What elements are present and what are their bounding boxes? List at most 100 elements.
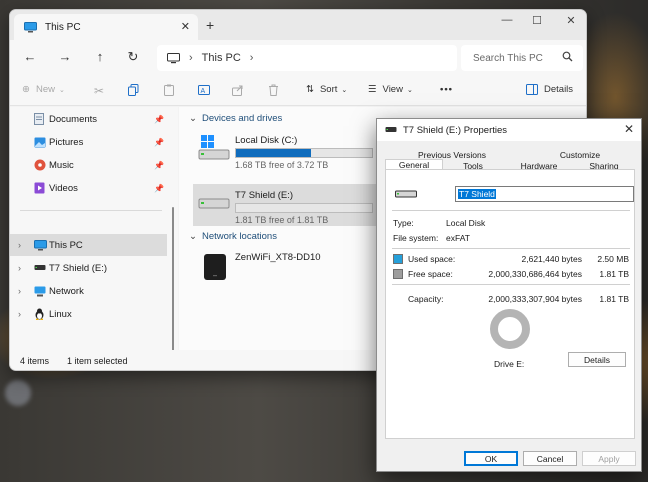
pin-icon[interactable]: 📌 bbox=[154, 161, 164, 170]
chevron-right-icon[interactable]: › bbox=[18, 309, 21, 319]
rename-icon[interactable]: A bbox=[198, 84, 210, 96]
sidebar-item-documents[interactable]: Documents 📌 bbox=[10, 108, 166, 130]
chevron-right-icon[interactable]: › bbox=[18, 286, 21, 296]
drive-item-local-disk[interactable]: Local Disk (C:) 1.68 TB free of 3.72 TB bbox=[193, 129, 383, 171]
pin-icon[interactable]: 📌 bbox=[154, 184, 164, 193]
details-pane-button[interactable]: Details bbox=[526, 84, 573, 95]
pin-icon[interactable]: 📌 bbox=[154, 138, 164, 147]
free-space-size: 1.81 TB bbox=[599, 269, 629, 279]
refresh-icon[interactable]: ↻ bbox=[123, 49, 143, 65]
navigation-pane: Documents 📌 Pictures 📌 Music 📌 Videos 📌 … bbox=[10, 107, 178, 350]
status-selection-count: 1 item selected bbox=[67, 356, 128, 366]
sidebar-item-this-pc[interactable]: › This PC bbox=[10, 234, 167, 256]
sidebar-item-linux[interactable]: › Linux bbox=[10, 303, 166, 325]
cancel-button[interactable]: Cancel bbox=[523, 451, 577, 466]
tab-bar: This PC ✕ + — ☐ ✕ bbox=[10, 10, 586, 40]
drive-usage-bar bbox=[235, 203, 373, 213]
monitor-icon bbox=[167, 52, 180, 64]
chevron-right-icon[interactable]: › bbox=[18, 240, 21, 250]
used-space-label: Used space: bbox=[408, 254, 456, 264]
sidebar-item-pictures[interactable]: Pictures 📌 bbox=[10, 131, 166, 153]
command-bar: ⊕ New ⌄ ✂ A ⇅ Sort ⌄ ☰ View ⌄ ••• Detail… bbox=[10, 76, 586, 106]
pin-icon[interactable]: 📌 bbox=[154, 115, 164, 124]
view-button[interactable]: ☰ View ⌄ bbox=[368, 84, 413, 95]
up-icon[interactable]: ↑ bbox=[90, 49, 110, 64]
sidebar-item-label: This PC bbox=[49, 239, 83, 251]
tab-this-pc[interactable]: This PC ✕ bbox=[14, 14, 198, 40]
sidebar-item-label: Documents bbox=[49, 113, 98, 125]
details-pane-icon bbox=[526, 84, 538, 95]
sidebar-item-label: Linux bbox=[49, 308, 72, 320]
sidebar-item-label: Pictures bbox=[49, 136, 84, 148]
more-options-icon[interactable]: ••• bbox=[440, 84, 453, 95]
details-label: Details bbox=[544, 84, 574, 95]
breadcrumb-chevron-icon: › bbox=[189, 52, 193, 64]
pictures-icon bbox=[34, 137, 46, 148]
minimize-icon[interactable]: — bbox=[492, 14, 522, 26]
copy-icon[interactable] bbox=[128, 84, 139, 96]
dialog-title-bar: T7 Shield (E:) Properties ✕ bbox=[377, 119, 641, 141]
search-input[interactable]: Search This PC bbox=[461, 45, 583, 71]
sidebar-item-label: Music bbox=[49, 159, 74, 171]
maximize-icon[interactable]: ☐ bbox=[522, 14, 552, 27]
chevron-down-icon: ⌄ bbox=[406, 86, 413, 94]
view-icon: ☰ bbox=[368, 84, 377, 95]
sidebar-item-music[interactable]: Music 📌 bbox=[10, 154, 166, 176]
volume-label-input[interactable]: T7 Shield bbox=[455, 186, 634, 202]
group-header-devices[interactable]: ⌄ Devices and drives bbox=[189, 113, 282, 124]
router-icon bbox=[203, 253, 227, 281]
used-space-size: 2.50 MB bbox=[597, 254, 629, 264]
sidebar-item-label: Videos bbox=[49, 182, 78, 194]
sidebar-item-t7-shield[interactable]: › T7 Shield (E:) bbox=[10, 257, 166, 279]
sidebar-scrollbar[interactable] bbox=[172, 207, 174, 357]
sort-button[interactable]: ⇅ Sort ⌄ bbox=[306, 84, 347, 95]
new-button[interactable]: ⊕ New ⌄ bbox=[22, 84, 65, 95]
chevron-down-icon: ⌄ bbox=[341, 86, 348, 94]
cut-icon[interactable]: ✂ bbox=[94, 84, 104, 98]
back-icon[interactable]: ← bbox=[20, 49, 40, 64]
close-tab-icon[interactable]: ✕ bbox=[181, 20, 190, 33]
share-icon[interactable] bbox=[232, 84, 244, 96]
close-icon[interactable]: ✕ bbox=[624, 122, 634, 136]
separator bbox=[392, 284, 630, 285]
breadcrumb-chevron-icon[interactable]: › bbox=[250, 52, 254, 64]
close-window-icon[interactable]: ✕ bbox=[556, 14, 586, 27]
sort-icon: ⇅ bbox=[306, 84, 314, 95]
breadcrumb-location[interactable]: This PC bbox=[202, 52, 241, 64]
sidebar-divider bbox=[20, 210, 162, 211]
free-space-label: Free space: bbox=[408, 269, 453, 279]
apply-button[interactable]: Apply bbox=[582, 451, 636, 466]
network-item-router[interactable]: ZenWiFi_XT8-DD10 bbox=[193, 247, 383, 289]
drive-icon bbox=[395, 190, 417, 199]
new-tab-icon[interactable]: + bbox=[206, 17, 214, 33]
computer-icon bbox=[24, 21, 37, 33]
general-tab-panel: T7 Shield Type: Local Disk File system: … bbox=[385, 169, 635, 439]
group-header-network[interactable]: ⌄ Network locations bbox=[189, 231, 277, 242]
sidebar-item-label: T7 Shield (E:) bbox=[49, 262, 108, 274]
windows-drive-icon bbox=[198, 135, 230, 161]
details-button[interactable]: Details bbox=[568, 352, 626, 367]
drive-item-t7-shield[interactable]: T7 Shield (E:) 1.81 TB free of 1.81 TB bbox=[193, 184, 383, 226]
videos-icon bbox=[34, 182, 45, 194]
documents-icon bbox=[34, 113, 44, 125]
used-space-bytes: 2,621,440 bytes bbox=[521, 254, 583, 264]
sidebar-item-network[interactable]: › Network bbox=[10, 280, 166, 302]
tab-customize[interactable]: Customize bbox=[549, 150, 611, 160]
ok-button[interactable]: OK bbox=[464, 451, 518, 466]
chevron-right-icon[interactable]: › bbox=[18, 263, 21, 273]
dialog-title: T7 Shield (E:) Properties bbox=[403, 124, 508, 136]
delete-icon[interactable] bbox=[268, 84, 279, 96]
free-space-bytes: 2,000,330,686,464 bytes bbox=[488, 269, 582, 279]
address-bar[interactable]: › This PC › bbox=[157, 45, 457, 71]
forward-icon[interactable]: → bbox=[55, 49, 75, 64]
file-system-value: exFAT bbox=[446, 233, 470, 243]
chevron-down-icon: ⌄ bbox=[189, 113, 197, 124]
add-icon: ⊕ bbox=[22, 84, 30, 95]
sidebar-item-videos[interactable]: Videos 📌 bbox=[10, 177, 166, 199]
drive-name: T7 Shield (E:) bbox=[235, 190, 294, 201]
paste-icon[interactable] bbox=[164, 84, 174, 96]
drive-properties-dialog: T7 Shield (E:) Properties ✕ Previous Ver… bbox=[376, 118, 642, 472]
drive-icon bbox=[198, 198, 230, 210]
view-label: View bbox=[382, 84, 403, 95]
usage-donut-chart bbox=[489, 308, 531, 350]
